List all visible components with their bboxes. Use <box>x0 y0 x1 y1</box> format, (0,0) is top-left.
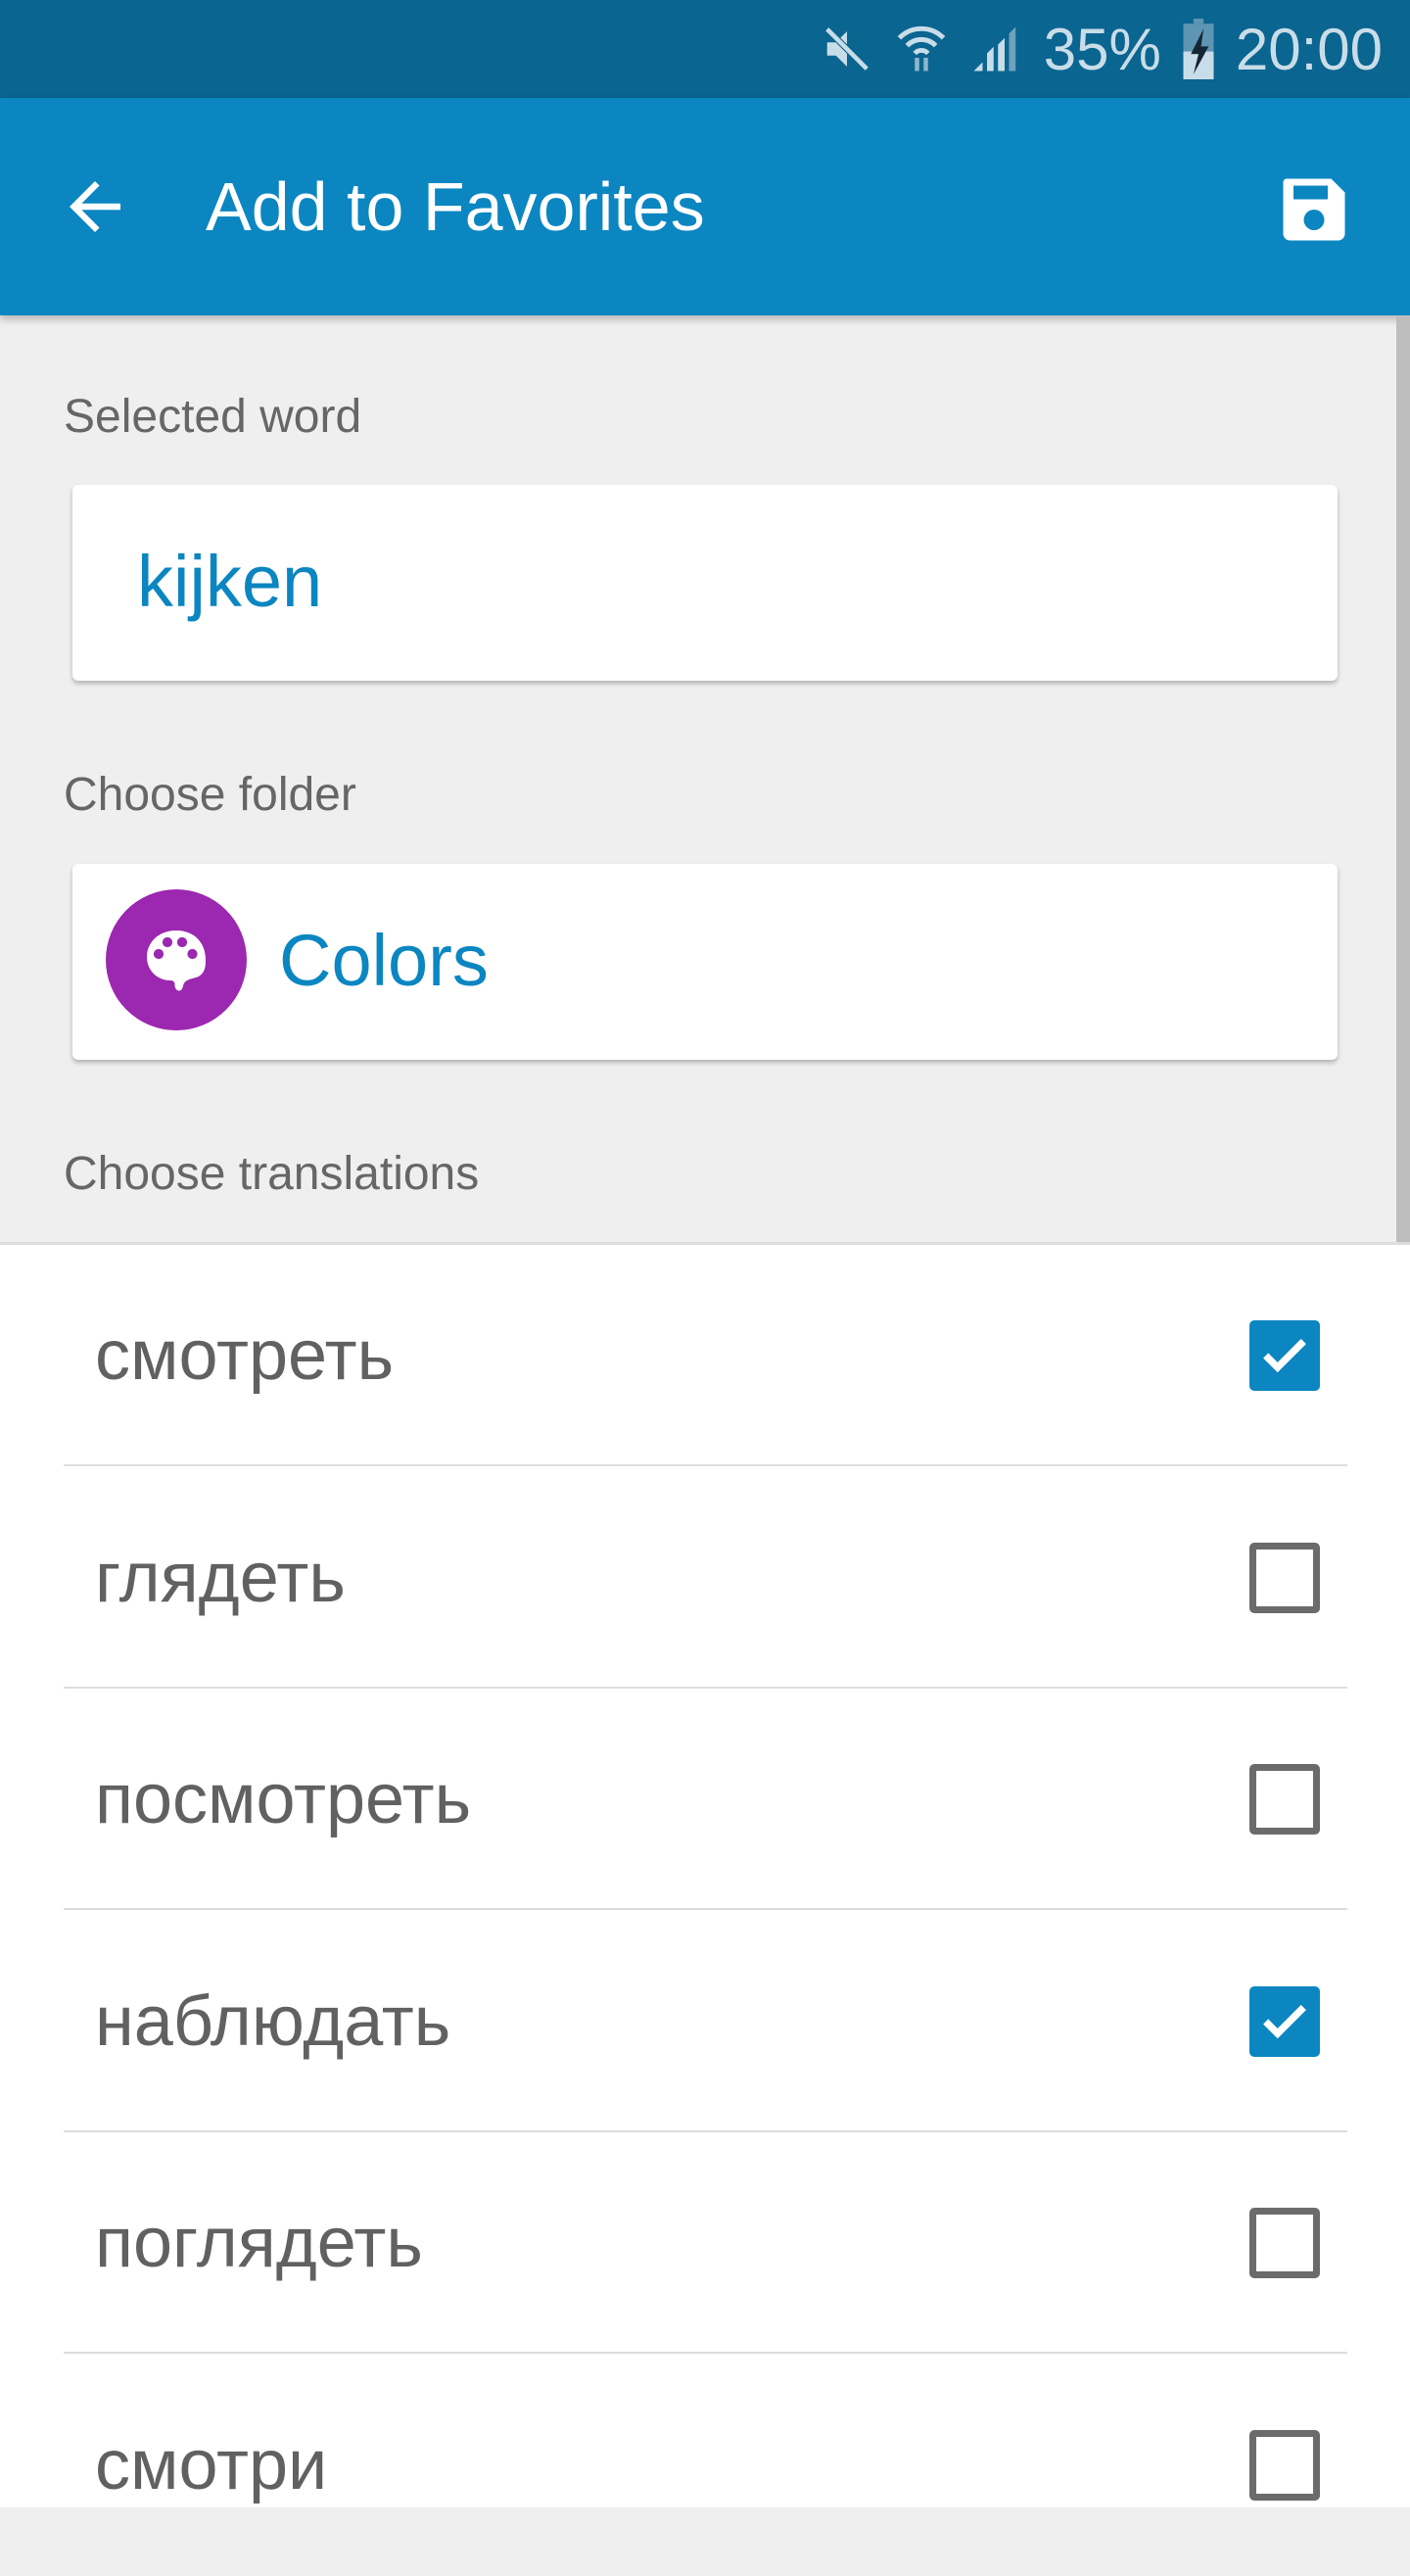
translation-row[interactable]: смотреть <box>0 1245 1410 1466</box>
translation-checkbox[interactable] <box>1249 1764 1320 1835</box>
save-icon[interactable] <box>1273 168 1355 251</box>
translation-row[interactable]: наблюдать <box>0 1911 1410 2132</box>
translation-checkbox[interactable] <box>1249 1320 1320 1391</box>
translation-text: глядеть <box>95 1538 346 1617</box>
battery-charging-icon <box>1183 19 1214 79</box>
status-bar: 35% 20:00 <box>0 0 1410 98</box>
translation-checkbox[interactable] <box>1249 2429 1320 2501</box>
translations-list: смотреть глядеть посмотреть наблюдать по… <box>0 1242 1410 2507</box>
battery-percent: 35% <box>1043 16 1161 82</box>
wifi-icon <box>897 25 946 72</box>
check-icon <box>1263 1338 1306 1373</box>
translation-checkbox[interactable] <box>1249 1985 1320 2057</box>
page-title: Add to Favorites <box>206 168 705 245</box>
choose-folder-label: Choose folder <box>64 769 356 821</box>
clock: 20:00 <box>1235 16 1383 82</box>
arrow-back-icon[interactable] <box>57 168 133 245</box>
selected-word-value: kijken <box>137 541 323 622</box>
signal-icon <box>973 26 1015 72</box>
folder-name: Colors <box>279 920 489 1001</box>
translation-row[interactable]: поглядеть <box>0 2132 1410 2354</box>
translation-row[interactable]: смотри <box>0 2355 1410 2576</box>
selected-word-field[interactable]: kijken <box>72 485 1338 681</box>
scrollbar[interactable] <box>1396 315 1410 1373</box>
palette-icon <box>106 889 247 1030</box>
translation-text: смотреть <box>95 1316 395 1395</box>
translation-checkbox[interactable] <box>1249 2208 1320 2278</box>
translation-text: смотри <box>95 2425 328 2504</box>
folder-selector[interactable]: Colors <box>72 864 1338 1060</box>
translation-row[interactable]: посмотреть <box>0 1689 1410 1910</box>
translation-text: поглядеть <box>95 2204 423 2282</box>
mute-icon <box>824 26 870 72</box>
translation-text: наблюдать <box>95 1981 451 2061</box>
choose-translations-label: Choose translations <box>64 1148 480 1200</box>
translation-row[interactable]: глядеть <box>0 1467 1410 1689</box>
translation-text: посмотреть <box>95 1760 472 1838</box>
translation-checkbox[interactable] <box>1249 1542 1320 1613</box>
app-bar: Add to Favorites <box>0 98 1410 315</box>
selected-word-label: Selected word <box>64 391 362 443</box>
check-icon <box>1263 2004 1306 2038</box>
